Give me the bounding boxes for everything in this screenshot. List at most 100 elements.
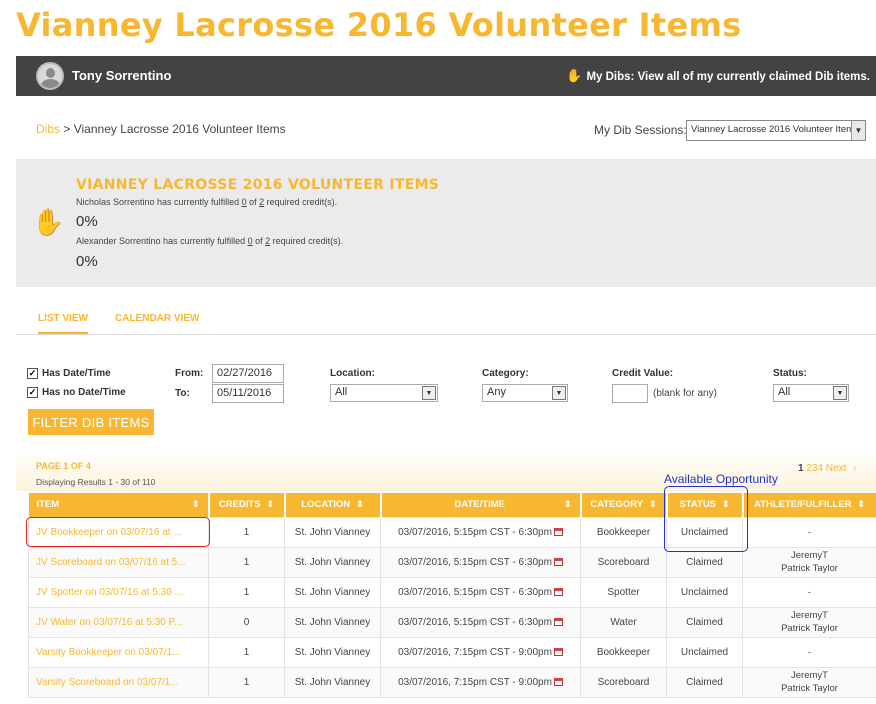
dropdown-arrow-icon: ▼ (422, 386, 436, 400)
sort-icon: ⇕ (266, 499, 275, 510)
header-label: CATEGORY (590, 499, 644, 511)
status-cell: Claimed (666, 606, 743, 638)
hand-icon: ✋ (566, 68, 583, 83)
athlete-name: JeremyT (791, 550, 828, 561)
avatar-icon[interactable] (36, 62, 64, 90)
athlete-name: JeremyT (791, 670, 828, 681)
my-dibs-link[interactable]: ✋ My Dibs: View all of my currently claim… (566, 68, 870, 84)
my-dibs-label: My Dibs: View all of my currently claime… (586, 71, 870, 83)
item-link[interactable]: Varsity Bookkeeper on 03/07/1... (28, 636, 209, 668)
page-title: Vianney Lacrosse 2016 Volunteer Items (16, 6, 742, 44)
credits-cell: 1 (208, 666, 285, 698)
displaying-results: Displaying Results 1 - 30 of 110 (36, 477, 156, 487)
header-label: LOCATION (301, 499, 351, 511)
calendar-icon[interactable] (553, 587, 563, 596)
tab-list-view[interactable]: LIST VIEW (38, 313, 88, 334)
header-label: CREDITS (218, 499, 261, 511)
table-row: JV Scoreboard on 03/07/16 at 5... 1 St. Jo… (28, 546, 876, 578)
no-date-label: Has no Date/Time (42, 387, 126, 399)
status-select[interactable]: All ▼ (773, 384, 849, 402)
page-current: 1 (798, 463, 804, 474)
column-header-credits[interactable]: CREDITS ⇕ (208, 493, 286, 517)
athlete-percent: 0% (76, 253, 98, 270)
item-link[interactable]: JV Spotter on 03/07/16 at 5:30 ... (28, 576, 209, 608)
status-highlight-box (664, 486, 748, 552)
user-name[interactable]: Tony Sorrentino (72, 68, 171, 83)
from-date-input[interactable]: 02/27/2016 (212, 364, 284, 383)
column-header-category[interactable]: CATEGORY ⇕ (580, 493, 668, 517)
credits-cell: 0 (208, 606, 285, 638)
has-date-filter[interactable]: ✓ Has Date/Time (27, 368, 111, 379)
breadcrumb-separator: > (63, 122, 71, 136)
column-header-athlete[interactable]: ATHLETE/FULFILLER ⇕ (742, 493, 876, 517)
calendar-icon[interactable] (553, 527, 563, 536)
status-cell: Unclaimed (666, 636, 743, 668)
status-cell: Claimed (666, 666, 743, 698)
user-bar: Tony Sorrentino ✋ My Dibs: View all of my… (16, 56, 876, 96)
athlete-credit-text: Alexander Sorrentino has currently fulfi… (76, 236, 248, 246)
location-select[interactable]: All ▼ (330, 384, 438, 402)
athlete-cell: - (742, 636, 876, 668)
datetime-text: 03/07/2016, 5:15pm CST - 6:30pm (398, 526, 552, 538)
credit-suffix: required credit(s). (270, 236, 344, 246)
category-select[interactable]: Any ▼ (482, 384, 568, 402)
header-label: DATE/TIME (454, 499, 505, 511)
location-label: Location: (330, 368, 375, 379)
breadcrumb-dibs-link[interactable]: Dibs (36, 122, 60, 136)
athlete-credit-line: Alexander Sorrentino has currently fulfi… (76, 236, 343, 246)
no-date-filter[interactable]: ✓ Has no Date/Time (27, 387, 126, 398)
sort-icon: ⇕ (563, 499, 572, 510)
credit-value-input[interactable] (612, 384, 648, 403)
tab-calendar-view[interactable]: CALENDAR VIEW (115, 313, 199, 324)
location-cell: St. John Vianney (284, 636, 381, 668)
to-date-input[interactable]: 05/11/2016 (212, 384, 284, 403)
dropdown-arrow-icon: ▼ (833, 386, 847, 400)
athlete-name: - (807, 646, 812, 658)
next-arrow-icon[interactable]: › (853, 463, 856, 474)
credits-cell: 1 (208, 576, 285, 608)
item-link[interactable]: JV Scoreboard on 03/07/16 at 5... (28, 546, 209, 578)
credit-suffix: required credit(s). (264, 197, 338, 207)
checkbox-checked-icon[interactable]: ✓ (27, 368, 38, 379)
item-highlight-box (26, 517, 210, 547)
column-header-location[interactable]: LOCATION ⇕ (284, 493, 382, 517)
item-link[interactable]: Varsity Scoreboard on 03/07/1... (28, 666, 209, 698)
checkbox-checked-icon[interactable]: ✓ (27, 387, 38, 398)
datetime-text: 03/07/2016, 5:15pm CST - 6:30pm (398, 616, 552, 628)
category-cell: Scoreboard (580, 546, 667, 578)
location-cell: St. John Vianney (284, 576, 381, 608)
table-row: Varsity Scoreboard on 03/07/1... 1 St. Joh… (28, 666, 876, 698)
column-header-item[interactable]: ITEM ⇕ (28, 493, 210, 517)
filter-dib-items-button[interactable]: FILTER DIB ITEMS (28, 409, 154, 435)
category-cell: Bookkeeper (580, 636, 667, 668)
category-value: Any (487, 386, 506, 398)
pagination: 1 234 Next › (798, 463, 857, 474)
calendar-icon[interactable] (553, 557, 563, 566)
page-of-label: PAGE 1 OF 4 (36, 461, 91, 471)
athlete-percent: 0% (76, 213, 98, 230)
calendar-icon[interactable] (553, 617, 563, 626)
hand-icon: ✋ (32, 207, 65, 237)
table-row: JV Spotter on 03/07/16 at 5:30 ... 1 St. J… (28, 576, 876, 608)
from-label: From: (175, 368, 204, 379)
sort-icon: ⇕ (857, 499, 865, 510)
athlete-cell: JeremyT Patrick Taylor (742, 546, 876, 578)
datetime-text: 03/07/2016, 5:15pm CST - 6:30pm (398, 586, 552, 598)
athlete-cell: - (742, 516, 876, 548)
dropdown-arrow-icon: ▼ (552, 386, 566, 400)
has-date-label: Has Date/Time (42, 368, 111, 380)
sessions-label: My Dib Sessions: (594, 123, 687, 137)
calendar-icon[interactable] (553, 647, 563, 656)
page-link[interactable]: 4 (817, 463, 823, 474)
next-page-link[interactable]: Next (826, 463, 847, 474)
category-label: Category: (482, 368, 529, 379)
column-header-datetime[interactable]: DATE/TIME ⇕ (380, 493, 582, 517)
athlete-name: JeremyT (791, 610, 828, 621)
athlete-name: - (807, 586, 812, 598)
status-label: Status: (773, 368, 807, 379)
datetime-cell: 03/07/2016, 5:15pm CST - 6:30pm (380, 516, 581, 548)
sessions-select[interactable]: Vianney Lacrosse 2016 Volunteer Items ▼ (686, 120, 866, 141)
item-link[interactable]: JV Water on 03/07/16 at 5:30 P... (28, 606, 209, 638)
summary-box: ✋ VIANNEY LACROSSE 2016 VOLUNTEER ITEMS … (16, 159, 876, 287)
calendar-icon[interactable] (553, 677, 563, 686)
